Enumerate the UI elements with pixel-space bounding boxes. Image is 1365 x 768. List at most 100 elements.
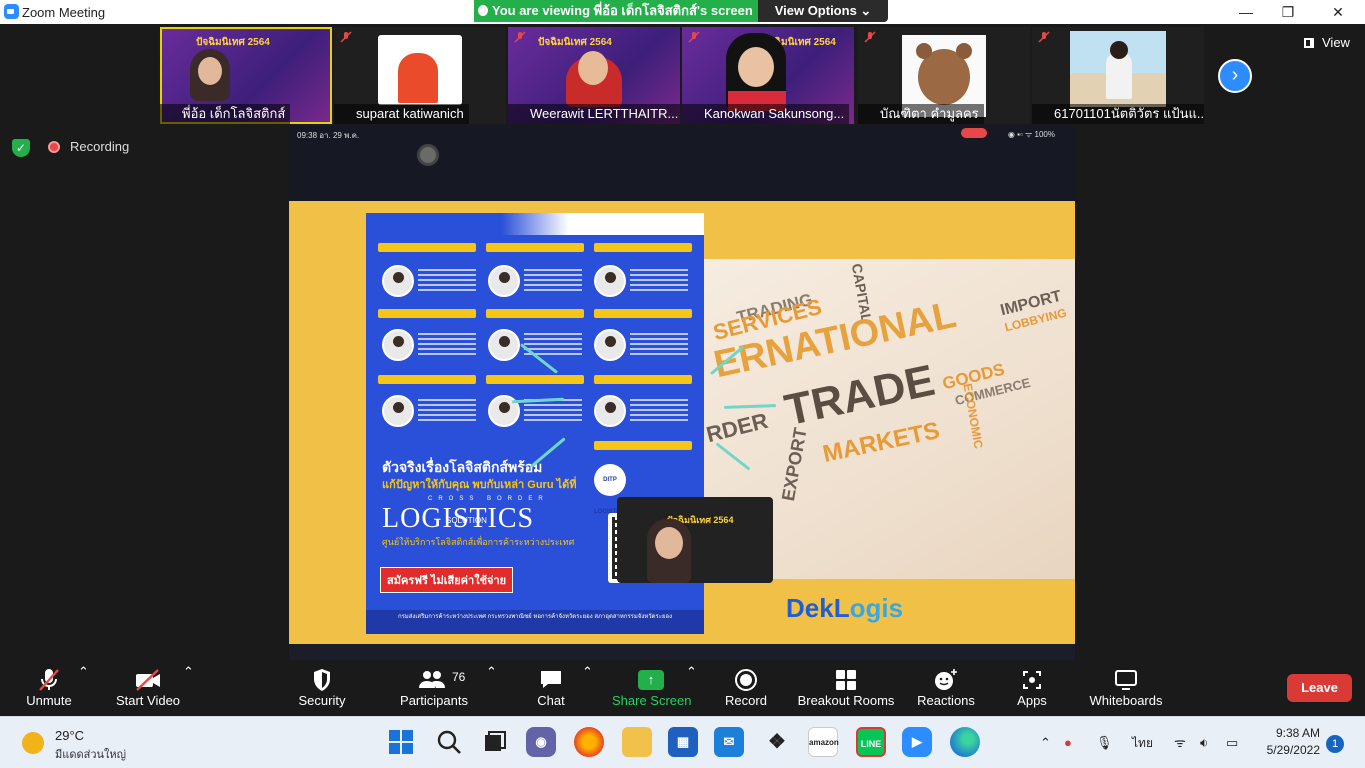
overlay-title: ปัจฉิมนิเทศ 2564 xyxy=(196,37,270,48)
whiteboards-button[interactable]: Whiteboards xyxy=(1086,664,1166,714)
dropbox-icon[interactable]: ❖ xyxy=(762,727,792,757)
clock-time: 9:38 AM xyxy=(1275,726,1320,740)
poster-subline: แก้ปัญหาให้กับคุณ พบกับเหล่า Guru ได้ที่ xyxy=(382,479,577,491)
search-icon[interactable] xyxy=(434,727,464,757)
recording-indicator[interactable]: Recording xyxy=(44,136,129,158)
participants-count: 76 xyxy=(452,670,466,684)
poster-logos xyxy=(594,216,702,232)
microsoft-store-icon[interactable]: ▦ xyxy=(668,727,698,757)
input-language[interactable]: ไทย xyxy=(1132,733,1153,753)
person-silhouette xyxy=(398,53,438,103)
section-tag xyxy=(378,243,476,252)
start-video-button[interactable]: Start Video xyxy=(112,664,184,714)
participant-name: Kanokwan Sakunsong... xyxy=(682,104,850,124)
breakout-rooms-button[interactable]: Breakout Rooms xyxy=(796,664,896,714)
chat-button[interactable]: Chat xyxy=(530,664,572,714)
edge-icon[interactable] xyxy=(950,727,980,757)
section-tag xyxy=(594,309,692,318)
participant-tile[interactable]: ปัจฉิมนิเทศ 2564 พี่อ้อ เด็กโลจิสติกส์ xyxy=(160,27,332,124)
antivirus-icon[interactable]: ● xyxy=(1064,733,1072,753)
maximize-button[interactable]: ❐ xyxy=(1268,2,1308,22)
participant-tile[interactable]: บัณฑิตา คำมูลคร xyxy=(858,27,1030,124)
participant-tile[interactable]: suparat katiwanich xyxy=(334,27,506,124)
notification-badge[interactable]: 1 xyxy=(1326,735,1344,753)
next-page-button[interactable]: › xyxy=(1218,59,1252,93)
deklogis-logo-part2: ogis xyxy=(849,593,904,623)
free-register-label: สมัครฟรี ไม่เสียค่าใช้จ่าย xyxy=(380,567,514,593)
chevron-right-icon: › xyxy=(1231,64,1239,86)
view-options-button[interactable]: View Options ⌄ xyxy=(758,0,888,22)
encryption-shield-icon[interactable]: ✓ xyxy=(12,139,30,157)
volume-icon[interactable]: 🔉︎ xyxy=(1200,733,1208,753)
apps-label: Apps xyxy=(1017,693,1047,708)
participant-name: suparat katiwanich xyxy=(334,104,469,124)
annotation-stroke xyxy=(723,404,777,409)
person-head xyxy=(1110,41,1128,59)
speaker-info xyxy=(630,269,688,291)
weather-temperature: 29°C xyxy=(55,728,85,743)
record-button[interactable]: Record xyxy=(722,664,770,714)
person-face xyxy=(655,527,683,559)
participant-name: บัณฑิตา คำมูลคร xyxy=(858,104,984,124)
reactions-button[interactable]: Reactions xyxy=(916,664,976,714)
unmute-button[interactable]: Unmute xyxy=(18,664,80,714)
participants-options-caret[interactable]: ⌃ xyxy=(486,664,497,714)
participant-tile[interactable]: 61701101นัตติวัตร แป้นแ... xyxy=(1032,27,1204,124)
section-tag xyxy=(486,375,584,384)
mic-off-icon xyxy=(1038,31,1050,43)
line-icon[interactable]: LINE xyxy=(856,727,886,757)
word-order: RDER xyxy=(704,407,771,448)
mail-icon[interactable]: ✉ xyxy=(714,727,744,757)
battery-icon[interactable]: ▭ xyxy=(1226,733,1238,753)
speaker-photo xyxy=(594,265,626,297)
leave-button[interactable]: Leave xyxy=(1287,674,1352,702)
file-explorer-icon[interactable] xyxy=(622,727,652,757)
smiley-icon xyxy=(935,669,957,690)
deklogis-logo: DekLogis xyxy=(786,593,903,624)
apps-button[interactable]: Apps xyxy=(1010,664,1054,714)
person-face xyxy=(198,57,222,85)
taskbar-clock[interactable]: 9:38 AM 5/29/2022 xyxy=(1252,725,1320,759)
recording-label: Recording xyxy=(70,139,130,154)
close-button[interactable]: ✕ xyxy=(1318,2,1358,22)
phone-status-bar: 09:38 อา. 29 พ.ค. ◉ ▪▫ ᯤ 100% xyxy=(289,125,1075,201)
speaker-info xyxy=(524,269,582,291)
teddy-ear xyxy=(916,43,932,59)
speaker-info xyxy=(630,333,688,355)
speaker-photo xyxy=(488,329,520,361)
window-title: Zoom Meeting xyxy=(22,5,106,20)
chat-app-icon[interactable]: ◉ xyxy=(526,727,556,757)
section-tag xyxy=(594,243,692,252)
video-options-caret[interactable]: ⌃ xyxy=(183,664,194,714)
security-button[interactable]: Security xyxy=(294,664,350,714)
view-layout-button[interactable]: View xyxy=(1298,32,1356,54)
microphone-icon[interactable]: 🎙︎ xyxy=(1096,733,1113,753)
presenter-pip-video[interactable]: ปัจฉิมนิเทศ 2564 xyxy=(617,497,773,583)
wifi-icon[interactable]: ᯤ xyxy=(1174,733,1186,753)
speaker-photo xyxy=(594,395,626,427)
speaker-photo xyxy=(382,329,414,361)
share-screen-button[interactable]: ↑ Share Screen xyxy=(612,664,692,714)
unmute-label: Unmute xyxy=(26,693,72,708)
mic-muted-icon xyxy=(39,669,59,691)
chevron-up-icon[interactable]: ⌃ xyxy=(1040,733,1051,753)
person-face xyxy=(738,47,774,87)
share-options-caret[interactable]: ⌃ xyxy=(686,664,697,714)
participants-button[interactable]: 76 Participants xyxy=(396,664,472,714)
minimize-button[interactable]: — xyxy=(1226,2,1266,22)
section-tag xyxy=(378,309,476,318)
chat-bubble-icon xyxy=(541,671,561,688)
amazon-icon[interactable]: amazon xyxy=(808,727,839,757)
security-label: Security xyxy=(298,693,346,708)
firefox-icon[interactable] xyxy=(574,727,604,757)
participant-tile[interactable]: ปัจฉิมนิเทศ 2564 Kanokwan Sakunsong... xyxy=(682,27,854,124)
participant-tile[interactable]: ปัจฉิมนิเทศ 2564 Weerawit LERTTHAITR... xyxy=(508,27,680,124)
view-label: View xyxy=(1322,35,1350,50)
mic-off-icon xyxy=(514,31,526,43)
weather-widget[interactable]: 29°C มีแดดส่วนใหญ่ xyxy=(22,725,172,761)
audio-options-caret[interactable]: ⌃ xyxy=(78,664,89,714)
task-view-icon[interactable] xyxy=(480,727,510,757)
start-menu-icon[interactable] xyxy=(386,727,416,757)
zoom-taskbar-icon[interactable]: ▶ xyxy=(902,727,932,757)
chat-options-caret[interactable]: ⌃ xyxy=(582,664,593,714)
